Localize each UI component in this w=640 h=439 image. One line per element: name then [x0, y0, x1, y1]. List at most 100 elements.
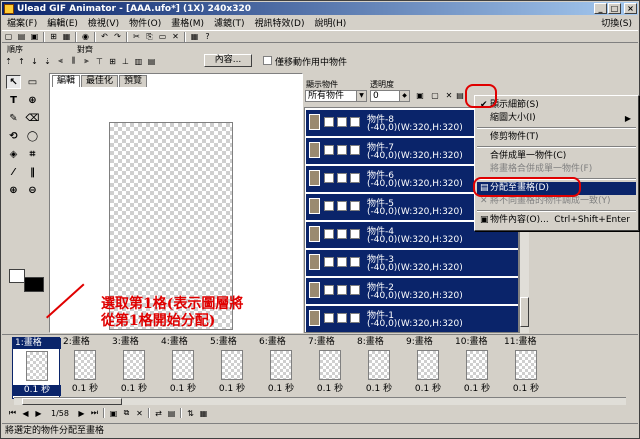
save-icon[interactable]: ▣	[29, 32, 40, 42]
paste-icon[interactable]: ▭	[157, 32, 168, 42]
object-row[interactable]: 物件-2 (-40,0)(W:320,H:320)	[306, 278, 518, 305]
zoom-out-icon[interactable]: ⊖	[25, 183, 40, 197]
menu-edit[interactable]: 編輯(E)	[42, 16, 83, 29]
delete-icon[interactable]: ✕	[170, 32, 181, 42]
menu-frame[interactable]: 畫格(M)	[166, 16, 209, 29]
menu-dropdown-icon[interactable]: ▤	[455, 91, 465, 101]
copy-icon[interactable]: ⎘	[144, 32, 155, 42]
frame-item[interactable]: 9:畫格 0.1 秒	[404, 337, 452, 399]
transform-tool-icon[interactable]: ⊕	[25, 93, 40, 107]
menu-item-merge-object[interactable]: 合併成單一物件(C)	[477, 150, 636, 163]
menu-item-object-properties[interactable]: ▣ 物件內容(O)... Ctrl+Shift+Enter	[477, 214, 636, 227]
menu-item-thumbnail-size[interactable]: 縮圖大小(I) ▶	[477, 112, 636, 125]
delete-object-icon[interactable]: ✕	[444, 91, 454, 101]
lock-toggle-icon[interactable]	[337, 201, 347, 211]
frame-item[interactable]: 11:畫格 0.1 秒	[502, 337, 550, 399]
lock-toggle-icon[interactable]	[337, 313, 347, 323]
align-center-icon[interactable]: ⫼	[68, 56, 79, 66]
background-color-swatch[interactable]	[9, 269, 25, 283]
frame-duration[interactable]: 0.1 秒	[13, 385, 61, 396]
align-right-icon[interactable]: ⫸	[81, 56, 92, 66]
frame-panel-scrollbar[interactable]	[14, 397, 626, 405]
frame-item[interactable]: 10:畫格 0.1 秒	[453, 337, 501, 399]
opacity-input[interactable]: 0 ◆	[370, 90, 410, 102]
frame-properties-icon[interactable]: ▦	[198, 408, 209, 418]
move-active-only-checkbox[interactable]	[263, 56, 272, 65]
open-folder-icon[interactable]: ▤	[16, 32, 27, 42]
align-top-icon[interactable]: ⊤	[94, 56, 105, 66]
tab-optimize[interactable]: 最佳化	[81, 75, 119, 87]
maximize-button[interactable]: □	[608, 3, 621, 14]
color-icon[interactable]	[350, 313, 360, 323]
menu-view[interactable]: 檢視(V)	[83, 16, 124, 29]
frame-item[interactable]: 1:畫格 0.1 秒	[12, 337, 61, 399]
visibility-toggle-icon[interactable]	[324, 313, 334, 323]
tab-preview[interactable]: 預覽	[119, 75, 148, 87]
menu-item-merge-frames[interactable]: 將畫格合併成單一物件(F)	[477, 163, 636, 176]
pick-tool-icon[interactable]: ↖	[6, 75, 21, 89]
frame-item[interactable]: 8:畫格 0.1 秒	[355, 337, 403, 399]
visibility-toggle-icon[interactable]	[324, 145, 334, 155]
distribute-h-icon[interactable]: ▥	[133, 56, 144, 66]
object-row[interactable]: 物件-3 (-40,0)(W:320,H:320)	[306, 250, 518, 277]
send-backward-icon[interactable]: ↓	[29, 56, 40, 66]
lock-toggle-icon[interactable]	[337, 229, 347, 239]
frame-duration[interactable]: 0.1 秒	[306, 384, 354, 395]
visibility-toggle-icon[interactable]	[324, 117, 334, 127]
menu-file[interactable]: 檔案(F)	[2, 16, 42, 29]
bring-forward-icon[interactable]: ↑	[16, 56, 27, 66]
frame-duration[interactable]: 0.1 秒	[257, 384, 305, 395]
frame-duration[interactable]: 0.1 秒	[404, 384, 452, 395]
menu-object[interactable]: 物件(O)	[124, 16, 166, 29]
new-object-icon[interactable]: ▢	[430, 91, 440, 101]
menu-switch[interactable]: 切換(S)	[596, 16, 638, 29]
duplicate-object-icon[interactable]: ▣	[415, 91, 425, 101]
lock-toggle-icon[interactable]	[337, 173, 347, 183]
visibility-toggle-icon[interactable]	[324, 173, 334, 183]
delete-frame-icon[interactable]: ✕	[134, 408, 145, 418]
play-icon[interactable]: ▶	[33, 408, 44, 418]
menu-item-crop-object[interactable]: 修剪物件(T)	[477, 131, 636, 144]
zoom-in-icon[interactable]: ⊕	[6, 183, 21, 197]
frame-item[interactable]: 4:畫格 0.1 秒	[159, 337, 207, 399]
close-button[interactable]: ×	[624, 3, 637, 14]
frame-item[interactable]: 5:畫格 0.1 秒	[208, 337, 256, 399]
show-objects-select[interactable]: 所有物件 ▼	[305, 90, 367, 102]
align-bottom-icon[interactable]: ⊥	[120, 56, 131, 66]
menu-item-show-details[interactable]: ✔ 顯示細節(S)	[477, 99, 636, 112]
frame-duration[interactable]: 0.1 秒	[159, 384, 207, 395]
color-icon[interactable]	[350, 173, 360, 183]
scrollbar-thumb[interactable]	[22, 398, 122, 405]
menu-help[interactable]: 說明(H)	[310, 16, 352, 29]
visibility-toggle-icon[interactable]	[324, 229, 334, 239]
menu-video-fx[interactable]: 視訊特效(D)	[250, 16, 310, 29]
ellipse-tool-icon[interactable]: ◯	[25, 129, 40, 143]
frame-duration[interactable]: 0.1 秒	[110, 384, 158, 395]
align-middle-icon[interactable]: ⊞	[107, 56, 118, 66]
frame-duration[interactable]: 0.1 秒	[355, 384, 403, 395]
last-frame-icon[interactable]: ⏭	[89, 408, 100, 418]
minimize-button[interactable]: _	[594, 3, 607, 14]
lock-toggle-icon[interactable]	[337, 285, 347, 295]
cut-icon[interactable]: ✂	[131, 32, 142, 42]
frame-duration[interactable]: 0.1 秒	[208, 384, 256, 395]
visibility-toggle-icon[interactable]	[324, 285, 334, 295]
text-tool-icon[interactable]: T	[6, 93, 21, 107]
frame-item[interactable]: 6:畫格 0.1 秒	[257, 337, 305, 399]
pause-tool-icon[interactable]: ‖	[25, 165, 40, 179]
brush-tool-icon[interactable]: ✎	[6, 111, 21, 125]
lock-toggle-icon[interactable]	[337, 117, 347, 127]
frame-duration[interactable]: 0.1 秒	[502, 384, 550, 395]
color-icon[interactable]	[350, 201, 360, 211]
next-frame-icon[interactable]: ▶	[76, 408, 87, 418]
eraser-tool-icon[interactable]: ⌫	[25, 111, 40, 125]
duplicate-frame-icon[interactable]: ⧉	[121, 408, 132, 418]
title-bar[interactable]: Ulead GIF Animator - [AAA.ufo*] (1X) 240…	[2, 2, 638, 15]
reverse-icon[interactable]: ⇅	[185, 408, 196, 418]
lock-toggle-icon[interactable]	[337, 257, 347, 267]
fill-tool-icon[interactable]: ◈	[6, 147, 21, 161]
crop-tool-icon[interactable]: ⌗	[25, 147, 40, 161]
help-pointer-icon[interactable]: ?	[202, 32, 213, 42]
distribute-v-icon[interactable]: ▤	[146, 56, 157, 66]
undo-icon[interactable]: ↶	[99, 32, 110, 42]
